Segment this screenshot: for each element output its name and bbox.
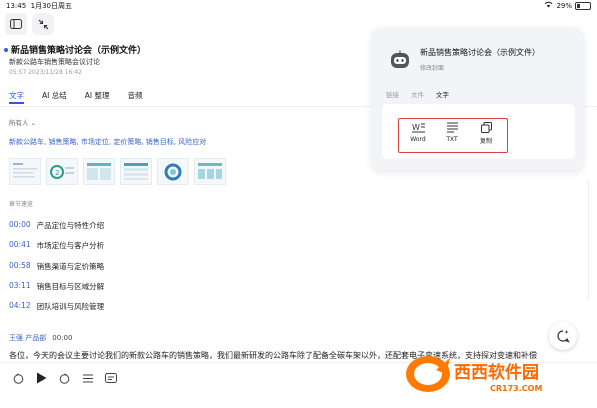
caption-button[interactable]	[104, 371, 118, 385]
popover-title: 新品销售策略讨论会（示例文件）	[420, 48, 540, 57]
robot-avatar-icon	[389, 50, 411, 70]
thumbnail[interactable]	[157, 158, 189, 185]
collapse-arrows-icon	[38, 19, 48, 29]
export-txt-label: TXT	[446, 136, 458, 143]
svg-text:2: 2	[55, 169, 59, 177]
tab-text-export[interactable]: 文字	[436, 89, 449, 99]
export-word-button[interactable]: W Word	[403, 122, 433, 143]
chapter-time: 00:41	[9, 240, 31, 249]
export-card: W Word TXT 复制	[382, 104, 575, 159]
chapter-label: 市场定位与客户分析	[36, 241, 105, 250]
list-button[interactable]	[81, 371, 95, 385]
chapter-time: 03:11	[9, 281, 31, 290]
chapter-item[interactable]: 04:12 团队培训与风险管理	[9, 301, 104, 312]
rewind-button[interactable]	[11, 371, 25, 385]
chapter-item[interactable]: 00:41 市场定位与客户分析	[9, 240, 104, 251]
word-icon: W	[411, 123, 425, 133]
chapter-time: 04:12	[9, 301, 31, 310]
collapse-button[interactable]	[32, 13, 54, 35]
chapter-label: 销售渠道与定价策略	[36, 262, 105, 271]
slide-thumbnails: 2	[9, 158, 226, 185]
thumbnail[interactable]	[194, 158, 226, 185]
speaker-filter-label: 所有人	[9, 119, 29, 127]
chapter-item[interactable]: 03:11 销售目标与区域分解	[9, 281, 104, 292]
keywords[interactable]: 新款公路车, 销售策略, 市场定位, 定价策略, 销售目标, 风险应对	[9, 137, 206, 147]
chat-bubble-icon	[557, 330, 570, 343]
list-icon	[83, 374, 93, 382]
chapters-title: 章节速览	[9, 201, 34, 208]
speaker-name: 王强 产品部	[9, 334, 47, 342]
scroll-indicator[interactable]	[588, 180, 589, 300]
doc-subtitle: 新款公路车销售策略会议讨论	[9, 58, 100, 66]
export-popover: 新品销售策略讨论会（示例文件） 修改封面 链接 文件 文字 W Word TXT…	[372, 28, 583, 170]
svg-text:CR173.COM: CR173.COM	[490, 384, 542, 393]
wifi-icon	[544, 1, 553, 10]
status-right: 29%	[544, 1, 591, 10]
chapter-time: 00:58	[9, 261, 31, 270]
chapter-time: 00:00	[9, 220, 31, 229]
battery-percent: 29%	[556, 1, 572, 10]
doc-title: 新品销售策略讨论会（示例文件）	[11, 46, 147, 56]
status-bar: 13:45 1月30日周五 29%	[0, 0, 597, 11]
copy-button[interactable]: 复制	[471, 122, 501, 145]
unread-dot	[4, 47, 8, 52]
status-time: 13:45 1月30日周五	[6, 2, 73, 10]
chapter-item[interactable]: 00:58 销售渠道与定价策略	[9, 261, 104, 272]
txt-icon	[446, 122, 458, 133]
copy-label: 复制	[479, 138, 492, 145]
svg-text:西西软件园: 西西软件园	[454, 362, 539, 383]
thumbnail[interactable]	[83, 158, 115, 185]
rewind-icon	[13, 373, 23, 384]
chapter-label: 销售目标与区域分解	[36, 282, 105, 291]
chapter-label: 团队培训与风险管理	[36, 302, 105, 311]
export-tabs: 链接 文件 文字	[386, 89, 449, 99]
copy-icon	[480, 122, 492, 133]
svg-text:W: W	[412, 123, 420, 132]
thumbnail[interactable]	[9, 158, 41, 185]
tab-link[interactable]: 链接	[386, 89, 399, 99]
speaker-label: 王强 产品部 00:00	[9, 333, 72, 343]
chapter-label: 产品定位与特性介绍	[36, 221, 105, 230]
export-word-label: Word	[410, 136, 426, 143]
forward-icon	[59, 373, 69, 384]
export-options-highlight: W Word TXT 复制	[398, 118, 508, 153]
change-cover-link[interactable]: 修改封面	[420, 63, 444, 72]
sidebar-icon	[10, 19, 22, 29]
content-tabs: 文字 AI 总结 AI 整理 音频	[9, 90, 142, 104]
caption-icon	[105, 373, 117, 383]
speaker-filter[interactable]: 所有人 ⌄	[9, 117, 36, 127]
tab-ai-organize[interactable]: AI 整理	[85, 90, 110, 101]
thumbnail[interactable]: 2	[46, 158, 78, 185]
doc-meta: 05:57 2023/11/28 16:42	[9, 69, 82, 76]
battery-icon	[575, 1, 591, 10]
sidebar-toggle-button[interactable]	[5, 13, 27, 35]
tab-text[interactable]: 文字	[9, 90, 24, 104]
tab-ai-summary[interactable]: AI 总结	[42, 90, 67, 101]
forward-button[interactable]	[57, 371, 71, 385]
page-title: 新品销售策略讨论会（示例文件）	[4, 43, 146, 56]
play-button[interactable]	[34, 371, 48, 385]
chevron-down-icon: ⌄	[30, 119, 37, 127]
thumbnail[interactable]	[120, 158, 152, 185]
ai-chat-button[interactable]	[549, 322, 577, 350]
tab-audio[interactable]: 音频	[127, 90, 142, 101]
speaker-time: 00:00	[52, 334, 73, 342]
play-icon	[36, 372, 46, 384]
chapter-item[interactable]: 00:00 产品定位与特性介绍	[9, 220, 104, 231]
export-txt-button[interactable]: TXT	[437, 122, 467, 143]
watermark-logo: 西西软件园 CR173.COM	[398, 352, 583, 396]
tab-file[interactable]: 文件	[411, 89, 424, 99]
